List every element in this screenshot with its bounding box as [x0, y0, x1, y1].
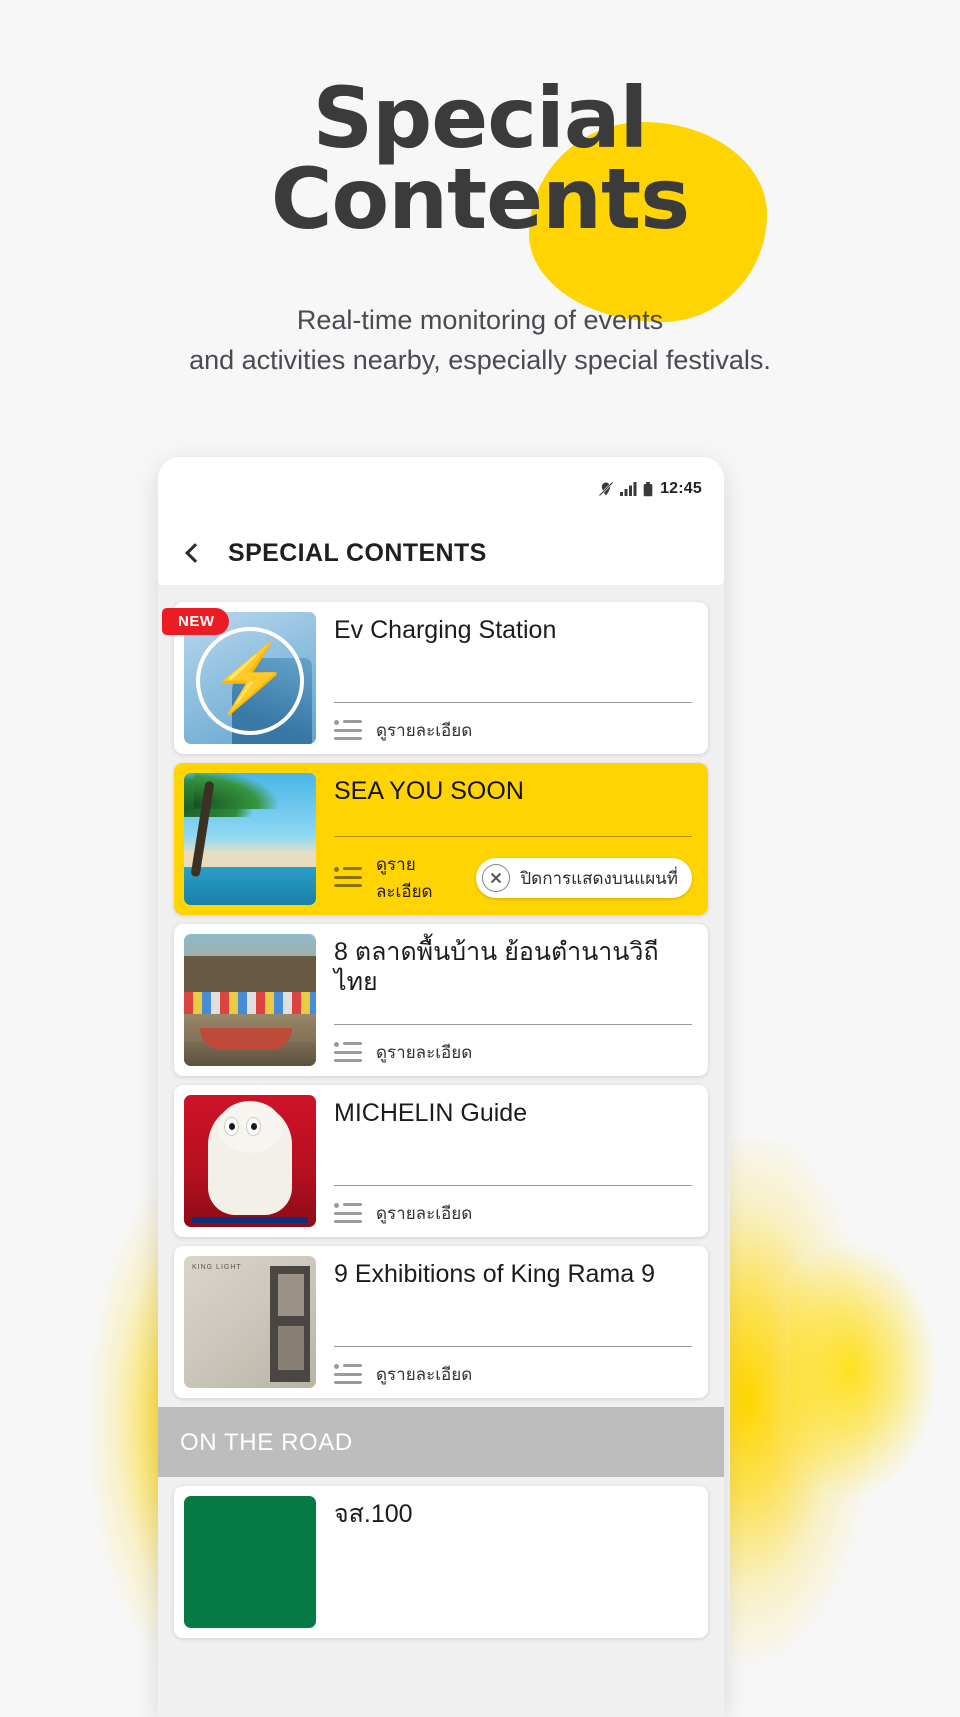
app-bar: SPECIAL CONTENTS: [158, 521, 724, 585]
list-item-footer: ดูรายละเอียด: [334, 1186, 692, 1227]
list-item[interactable]: SEA YOU SOON ดูรายละเอียด ปิดการแสดงบนแผ…: [174, 763, 708, 915]
list-item-body: 9 Exhibitions of King Rama 9 ดูรายละเอีย…: [316, 1256, 698, 1388]
list-item-body: จส.100: [316, 1496, 698, 1628]
michelin-pupil-left: [229, 1123, 235, 1130]
list-item-title: MICHELIN Guide: [334, 1099, 528, 1127]
page-title-line2: Contents: [270, 149, 690, 248]
market-roof-shape: [184, 956, 316, 992]
list-item[interactable]: MICHELIN Guide ดูรายละเอียด: [174, 1085, 708, 1237]
back-chevron-icon[interactable]: [185, 543, 205, 563]
michelin-label-shape: [192, 1217, 308, 1223]
detail-list-icon: [334, 719, 362, 742]
michelin-thumb: [184, 1095, 316, 1227]
exhibition-frame-shape-1: [278, 1274, 304, 1316]
beach-thumb: [184, 773, 316, 905]
lightning-bolt-icon: ⚡: [208, 641, 292, 715]
close-icon: [482, 864, 511, 892]
page-subtitle-line1: Real-time monitoring of events: [296, 305, 664, 336]
js100-thumb: [184, 1496, 316, 1628]
floating-market-thumb: [184, 934, 316, 1066]
page-subtitle: Real-time monitoring of events and activ…: [0, 301, 960, 381]
list-item-title: จส.100: [334, 1500, 413, 1528]
list-item-title: 8 ตลาดพื้นบ้าน ย้อนตำนานวิถีไทย: [334, 938, 659, 996]
status-badge: NEW: [162, 608, 229, 635]
detail-label[interactable]: ดูรายละเอียด: [376, 1361, 472, 1388]
list-item[interactable]: KING LIGHT 9 Exhibitions of King Rama 9 …: [174, 1246, 708, 1398]
market-flags-shape: [184, 992, 316, 1014]
location-off-icon: [598, 481, 614, 497]
exhibition-caption-shape: KING LIGHT: [192, 1264, 242, 1271]
exhibition-thumb: KING LIGHT: [184, 1256, 316, 1388]
list-item-title: Ev Charging Station: [334, 616, 557, 644]
detail-list-icon: [334, 1041, 362, 1064]
detail-list-icon: [334, 1202, 362, 1225]
list-item-body: 8 ตลาดพื้นบ้าน ย้อนตำนานวิถีไทย ดูรายละเ…: [316, 934, 698, 1066]
page-title: Special Contents: [229, 76, 731, 248]
detail-label[interactable]: ดูรายละเอียด: [376, 851, 462, 905]
page-subtitle-line2: and activities nearby, especially specia…: [189, 345, 771, 376]
list-item-title: 9 Exhibitions of King Rama 9: [334, 1260, 656, 1288]
exhibition-frame-shape-2: [278, 1326, 304, 1370]
detail-list-icon: [334, 1363, 362, 1386]
list-item-body: Ev Charging Station ดูรายละเอียด: [316, 612, 698, 744]
status-bar-icons: [598, 481, 653, 497]
detail-list-icon: [334, 867, 362, 889]
list-item[interactable]: จส.100: [174, 1486, 708, 1638]
list-item-title: SEA YOU SOON: [334, 777, 524, 805]
hide-on-map-label: ปิดการแสดงบนแผนที่: [520, 868, 678, 888]
list-item[interactable]: 8 ตลาดพื้นบ้าน ย้อนตำนานวิถีไทย ดูรายละเ…: [174, 924, 708, 1076]
list-item-footer: ดูรายละเอียด: [334, 1025, 692, 1066]
hero-title-wrap: Special Contents: [229, 76, 768, 322]
battery-icon: [643, 481, 653, 496]
michelin-pupil-right: [251, 1123, 257, 1130]
list-item[interactable]: ⚡ NEW Ev Charging Station ดูรายละเอียด: [162, 602, 708, 754]
signal-bars-icon: [620, 482, 637, 496]
sand-shape: [184, 851, 316, 867]
background-glow-right: [730, 1140, 905, 1700]
phone-mockup: 12:45 SPECIAL CONTENTS ⚡ NEW Ev Charging…: [158, 457, 724, 1717]
background-glow-right-inner: [790, 1220, 960, 1520]
detail-label[interactable]: ดูรายละเอียด: [376, 1039, 472, 1066]
hide-on-map-button[interactable]: ปิดการแสดงบนแผนที่: [476, 858, 692, 898]
content-list[interactable]: ⚡ NEW Ev Charging Station ดูรายละเอียด S…: [158, 585, 724, 1638]
list-item-body: SEA YOU SOON ดูรายละเอียด ปิดการแสดงบนแผ…: [316, 773, 698, 905]
status-bar: 12:45: [158, 457, 724, 521]
list-item-footer: ดูรายละเอียด: [334, 703, 692, 744]
section-header-label: ON THE ROAD: [180, 1429, 353, 1456]
market-boat-shape: [200, 1028, 292, 1050]
app-bar-title: SPECIAL CONTENTS: [228, 538, 487, 567]
section-header-on-the-road: ON THE ROAD: [158, 1407, 724, 1477]
hero-section: Special Contents Real-time monitoring of…: [0, 0, 960, 381]
list-item-footer: ดูรายละเอียด ปิดการแสดงบนแผนที่: [334, 837, 692, 905]
status-bar-time: 12:45: [660, 480, 702, 497]
detail-label[interactable]: ดูรายละเอียด: [376, 717, 472, 744]
list-item-body: MICHELIN Guide ดูรายละเอียด: [316, 1095, 698, 1227]
list-item-footer: ดูรายละเอียด: [334, 1347, 692, 1388]
detail-label[interactable]: ดูรายละเอียด: [376, 1200, 472, 1227]
